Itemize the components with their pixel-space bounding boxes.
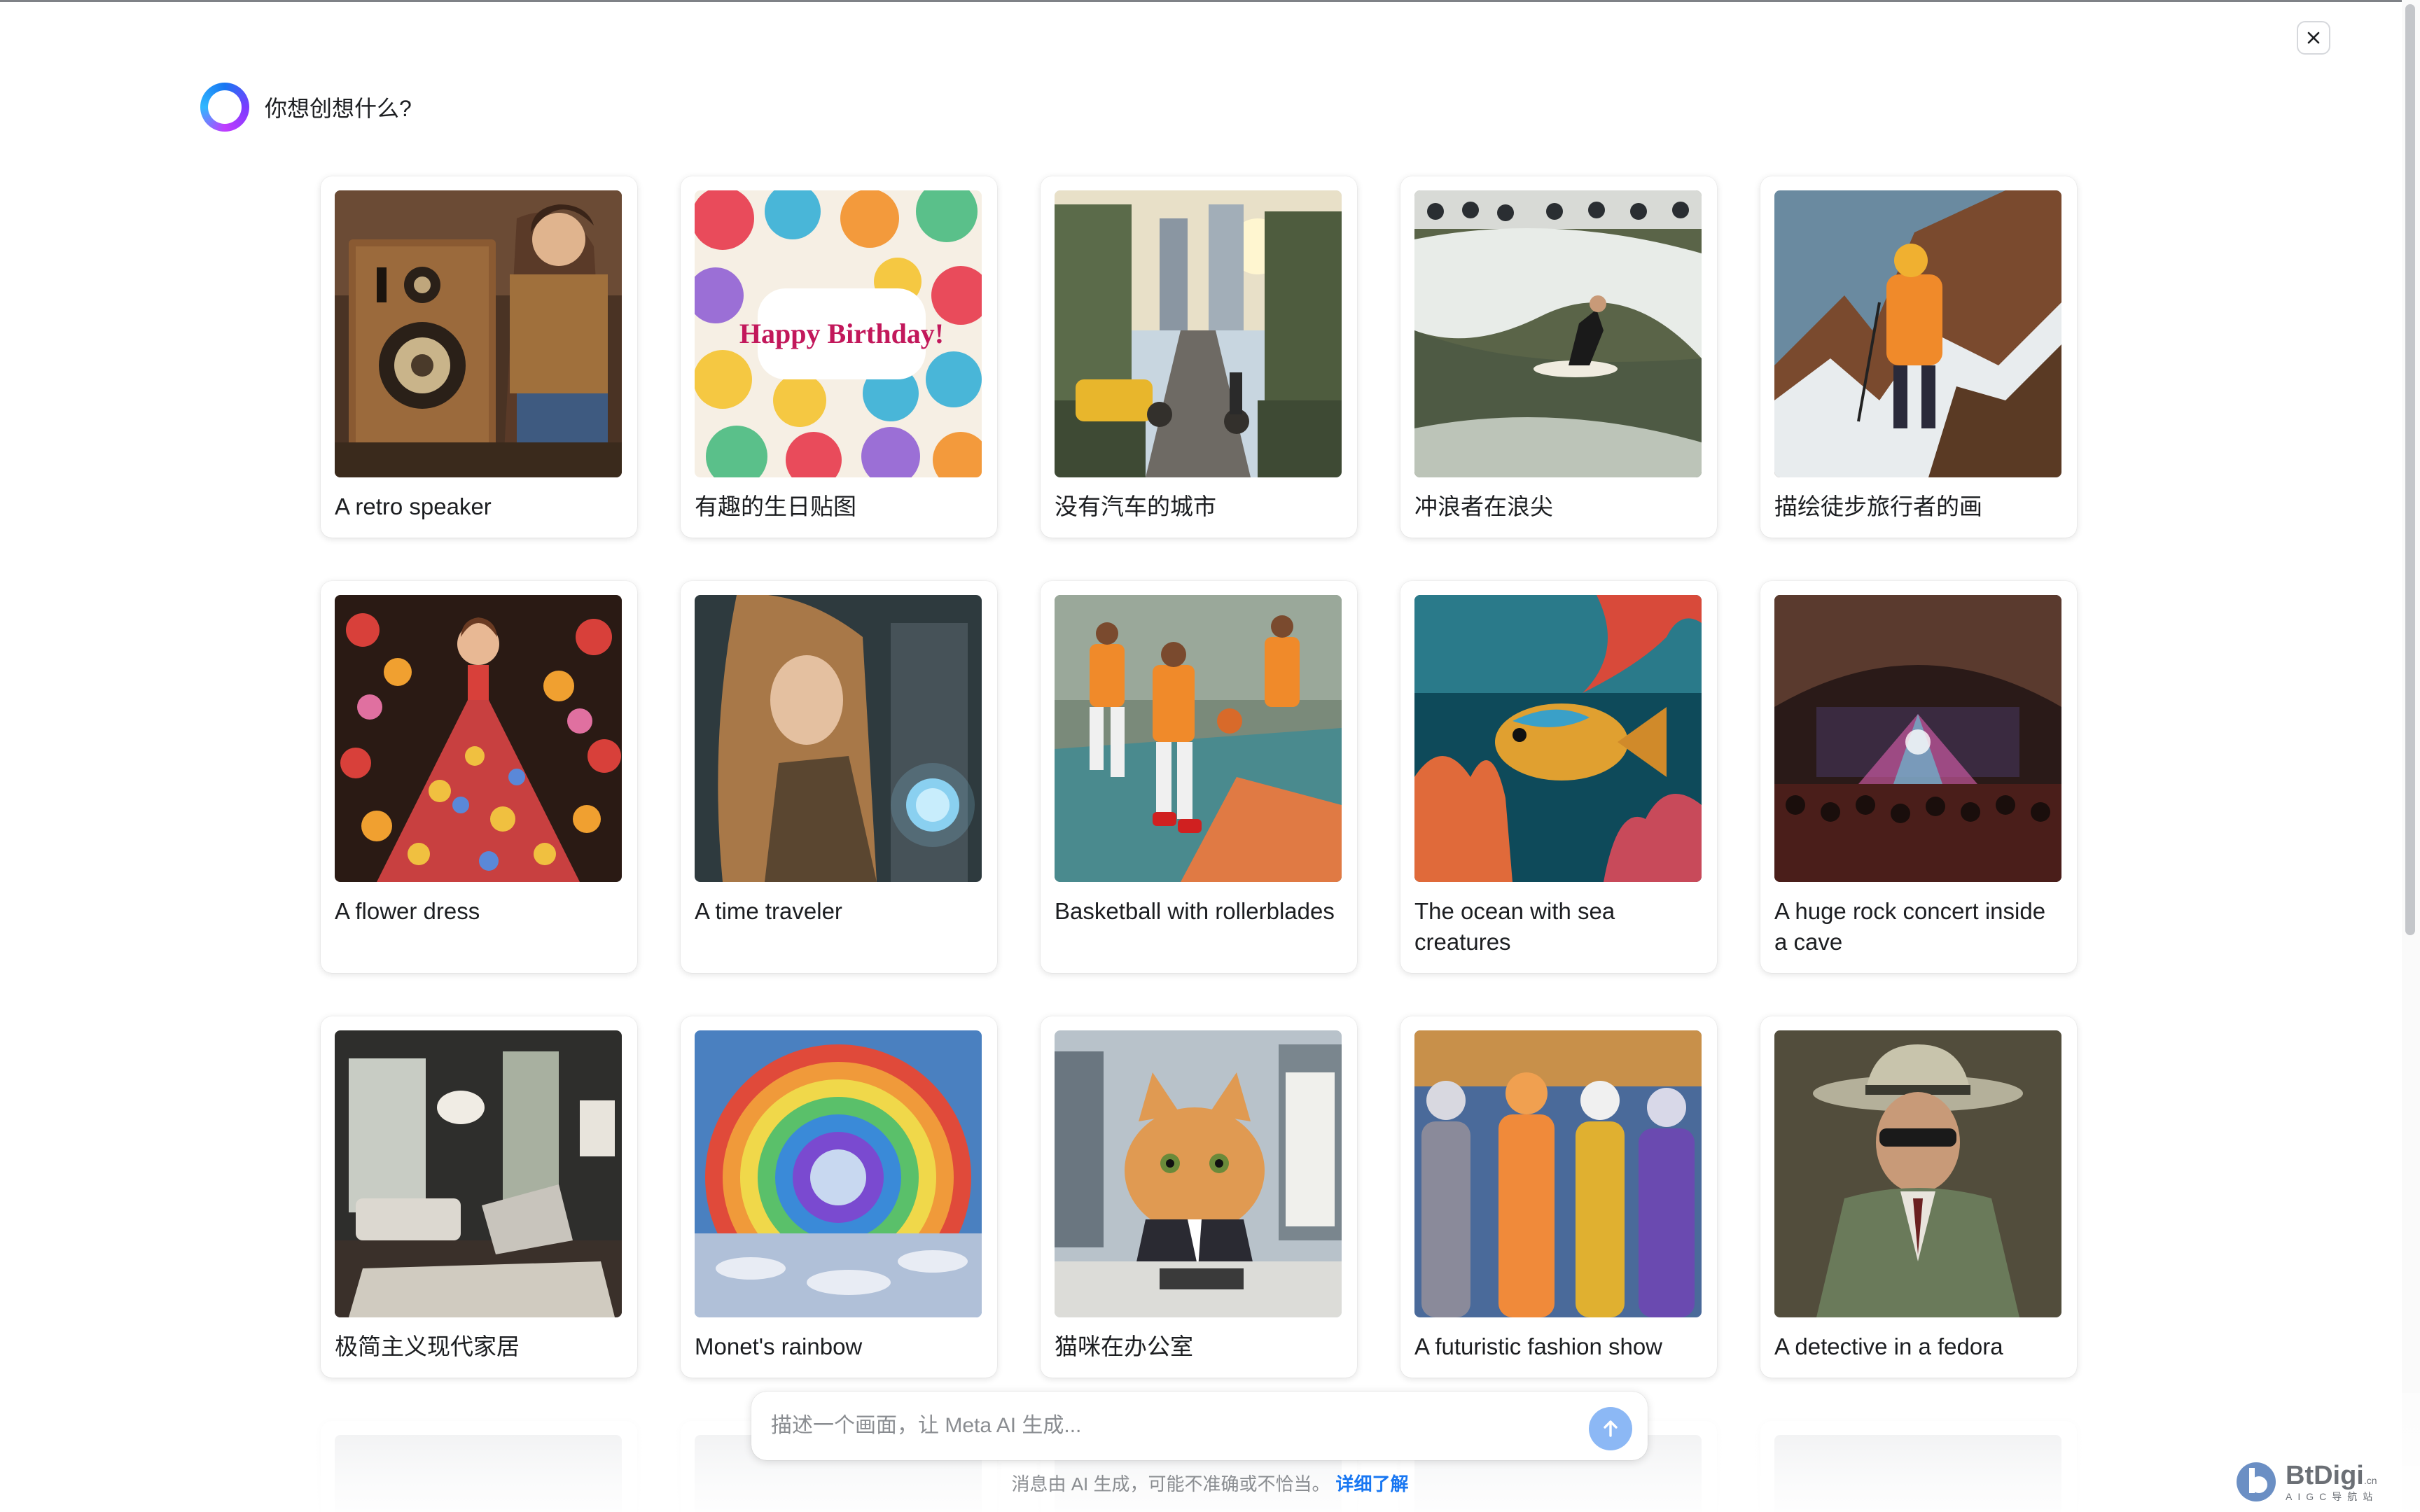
card-image: Happy Birthday!	[695, 190, 982, 477]
birthday-sticker-text: Happy Birthday!	[739, 318, 944, 349]
card-image	[1414, 595, 1702, 882]
card-car-free-city[interactable]: 没有汽车的城市	[1041, 176, 1357, 538]
card-rock-concert-cave[interactable]: A huge rock concert inside a cave	[1760, 581, 2077, 973]
retro-speaker-image	[335, 190, 622, 477]
card-time-traveler[interactable]: A time traveler	[681, 581, 997, 973]
btdigi-logo-icon	[2237, 1462, 2276, 1502]
card-birthday-stickers[interactable]: Happy Birthday! 有趣的生日贴图	[681, 176, 997, 538]
learn-more-link[interactable]: 详细了解	[1336, 1474, 1409, 1494]
card-label: A flower dress	[335, 898, 480, 924]
card-image	[1774, 1030, 2061, 1317]
surfer-image	[1414, 190, 1702, 477]
card-futuristic-fashion[interactable]: A futuristic fashion show	[1400, 1016, 1717, 1378]
ocean-creatures-image	[1414, 595, 1702, 882]
hiker-painting-image	[1774, 190, 2061, 477]
watermark: BtDigi.cn AIGC导航站	[2234, 1460, 2378, 1504]
page-title: 你想创想什么?	[265, 96, 412, 121]
minimalist-home-image	[335, 1030, 622, 1317]
card-retro-speaker[interactable]: A retro speaker	[321, 176, 637, 538]
header: 你想创想什么?	[200, 83, 412, 132]
card-label: A time traveler	[695, 898, 842, 924]
card-surfer[interactable]: 冲浪者在浪尖	[1400, 176, 1717, 538]
card-label: A detective in a fedora	[1774, 1334, 2003, 1359]
card-label: 冲浪者在浪尖	[1414, 493, 1553, 519]
scrollbar-thumb[interactable]	[2405, 4, 2415, 935]
card-image	[695, 595, 982, 882]
card-ocean-creatures[interactable]: The ocean with sea creatures	[1400, 581, 1717, 973]
watermark-brand: BtDigi	[2286, 1461, 2364, 1490]
birthday-stickers-image: Happy Birthday!	[695, 190, 982, 477]
card-label: Basketball with rollerblades	[1055, 898, 1335, 924]
futuristic-fashion-image	[1414, 1030, 1702, 1317]
card-label: 描绘徒步旅行者的画	[1774, 493, 1982, 519]
card-image	[1774, 190, 2061, 477]
card-label: The ocean with sea creatures	[1414, 898, 1615, 955]
card-monet-rainbow[interactable]: Monet's rainbow	[681, 1016, 997, 1378]
close-icon	[2307, 31, 2320, 44]
card-image	[1055, 1030, 1342, 1317]
card-label: A huge rock concert inside a cave	[1774, 898, 2046, 955]
basketball-rollerblades-image	[1055, 595, 1342, 882]
arrow-up-icon	[1604, 1420, 1618, 1437]
card-image	[1774, 595, 2061, 882]
card-label: 有趣的生日贴图	[695, 493, 856, 519]
card-image	[1055, 595, 1342, 882]
card-image	[335, 1030, 622, 1317]
card-label: A futuristic fashion show	[1414, 1334, 1663, 1359]
monet-rainbow-image	[695, 1030, 982, 1317]
card-image	[1414, 190, 1702, 477]
card-label: Monet's rainbow	[695, 1334, 863, 1359]
disclaimer: 消息由 AI 生成，可能不准确或不恰当。 详细了解	[0, 1470, 2420, 1496]
prompt-input[interactable]	[771, 1401, 1555, 1450]
card-basketball-rollerblades[interactable]: Basketball with rollerblades	[1041, 581, 1357, 973]
card-detective-fedora[interactable]: A detective in a fedora	[1760, 1016, 2077, 1378]
card-image	[1055, 190, 1342, 477]
detective-fedora-image	[1774, 1030, 2061, 1317]
card-flower-dress[interactable]: A flower dress	[321, 581, 637, 973]
card-hiker-painting[interactable]: 描绘徒步旅行者的画	[1760, 176, 2077, 538]
car-free-city-image	[1055, 190, 1342, 477]
watermark-sub: AIGC导航站	[2286, 1491, 2379, 1502]
meta-ai-ring-icon	[200, 83, 249, 132]
rock-concert-cave-image	[1774, 595, 2061, 882]
create-image-dialog: 你想创想什么? A retro speaker Happy Birthday! …	[0, 0, 2420, 1512]
card-label: 没有汽车的城市	[1055, 493, 1216, 519]
prompt-bar	[751, 1392, 1648, 1460]
watermark-suffix: .cn	[2363, 1475, 2377, 1486]
cat-office-image	[1055, 1030, 1342, 1317]
time-traveler-image	[695, 595, 982, 882]
close-button[interactable]	[2297, 21, 2330, 55]
card-image	[1414, 1030, 1702, 1317]
card-image	[335, 190, 622, 477]
card-label: 极简主义现代家居	[335, 1334, 520, 1359]
disclaimer-text: 消息由 AI 生成，可能不准确或不恰当。	[1011, 1474, 1330, 1494]
card-cat-office[interactable]: 猫咪在办公室	[1041, 1016, 1357, 1378]
card-label: 猫咪在办公室	[1055, 1334, 1193, 1359]
card-image	[335, 595, 622, 882]
send-button[interactable]	[1589, 1407, 1632, 1450]
card-minimalist-home[interactable]: 极简主义现代家居	[321, 1016, 637, 1378]
card-label: A retro speaker	[335, 493, 492, 519]
flower-dress-image	[335, 595, 622, 882]
card-image	[695, 1030, 982, 1317]
top-divider	[0, 0, 2420, 2]
